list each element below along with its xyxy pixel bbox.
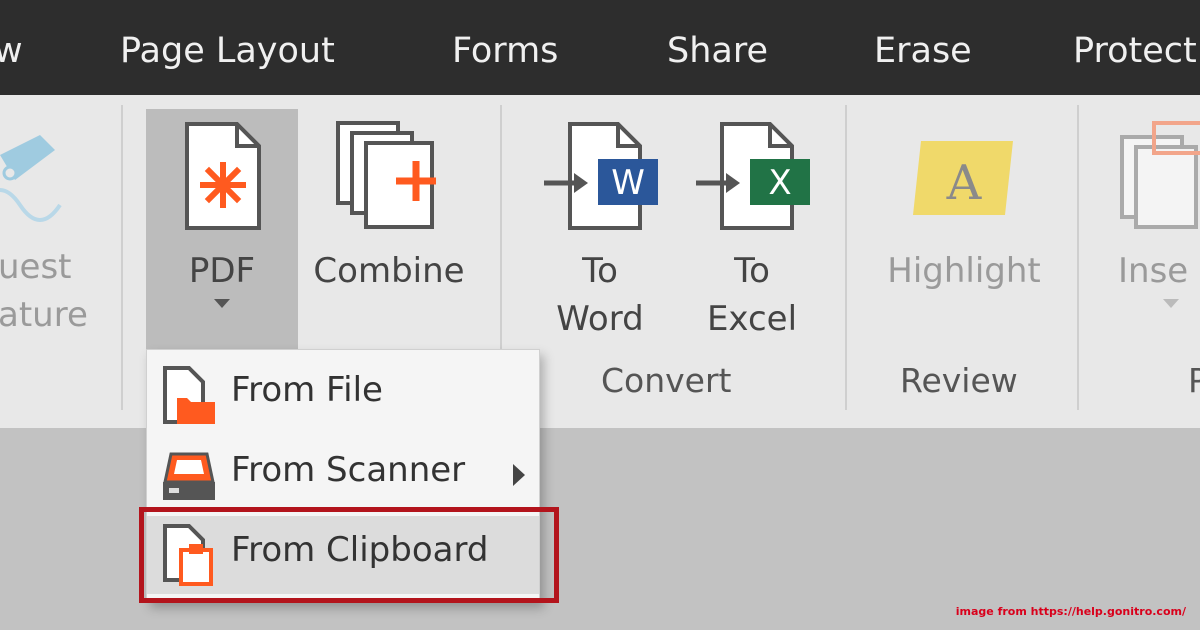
excel-convert-icon: X — [696, 122, 810, 230]
separator — [121, 105, 123, 410]
group-label-review: Review — [900, 361, 1018, 400]
file-folder-icon — [163, 366, 215, 424]
request-signature-label-1: uest — [0, 247, 72, 287]
insert-button[interactable]: Inse — [1118, 121, 1200, 309]
combine-button[interactable]: Combine — [304, 121, 474, 295]
combine-icon — [336, 121, 436, 229]
request-signature-label-2: ature — [0, 295, 88, 335]
svg-text:X: X — [768, 163, 791, 203]
group-label-partial: P — [1188, 361, 1200, 400]
highlight-icon: A — [913, 141, 1013, 215]
request-signature-button[interactable]: uest ature — [0, 135, 100, 339]
to-word-label-2: Word — [556, 299, 644, 339]
from-file-label: From File — [231, 370, 383, 410]
from-scanner-label: From Scanner — [231, 450, 466, 490]
new-pdf-icon — [185, 122, 261, 230]
tab-protect[interactable]: Protect — [1073, 26, 1197, 76]
tab-page-layout[interactable]: Page Layout — [120, 26, 335, 76]
chevron-down-icon — [214, 299, 230, 308]
menu-item-from-file[interactable]: From File — [147, 356, 539, 434]
menu-item-from-scanner[interactable]: From Scanner — [147, 436, 539, 514]
insert-pages-icon — [1120, 121, 1200, 229]
to-word-button[interactable]: W To Word — [530, 121, 670, 343]
tab-erase[interactable]: Erase — [874, 26, 972, 76]
highlight-button[interactable]: A Highlight — [866, 121, 1062, 295]
image-credit: image from https://help.gonitro.com/ — [955, 605, 1186, 618]
to-excel-label-2: Excel — [706, 299, 798, 339]
tab-share[interactable]: Share — [667, 26, 768, 76]
svg-text:A: A — [946, 155, 983, 211]
insert-label: Inse — [1118, 251, 1189, 291]
to-excel-label-1: To — [734, 251, 770, 291]
group-label-convert: Convert — [601, 361, 732, 400]
create-pdf-button[interactable]: PDF — [146, 121, 298, 309]
chevron-down-icon — [1163, 299, 1179, 308]
chevron-right-icon — [513, 464, 525, 486]
emphasis-frame — [139, 507, 559, 603]
highlight-label: Highlight — [887, 251, 1041, 291]
menu-bar: w Page Layout Forms Share Erase Protect — [0, 0, 1200, 95]
word-convert-icon: W — [544, 122, 658, 230]
to-excel-button[interactable]: X To Excel — [682, 121, 822, 343]
to-word-label-1: To — [582, 251, 618, 291]
signature-icon — [0, 135, 62, 222]
pdf-label: PDF — [188, 251, 256, 291]
separator — [1077, 105, 1079, 410]
scanner-icon — [163, 452, 215, 500]
separator — [845, 105, 847, 410]
svg-text:W: W — [611, 163, 645, 203]
combine-label: Combine — [313, 251, 465, 291]
tab-forms[interactable]: Forms — [452, 26, 558, 76]
tab-view[interactable]: w — [0, 26, 23, 76]
